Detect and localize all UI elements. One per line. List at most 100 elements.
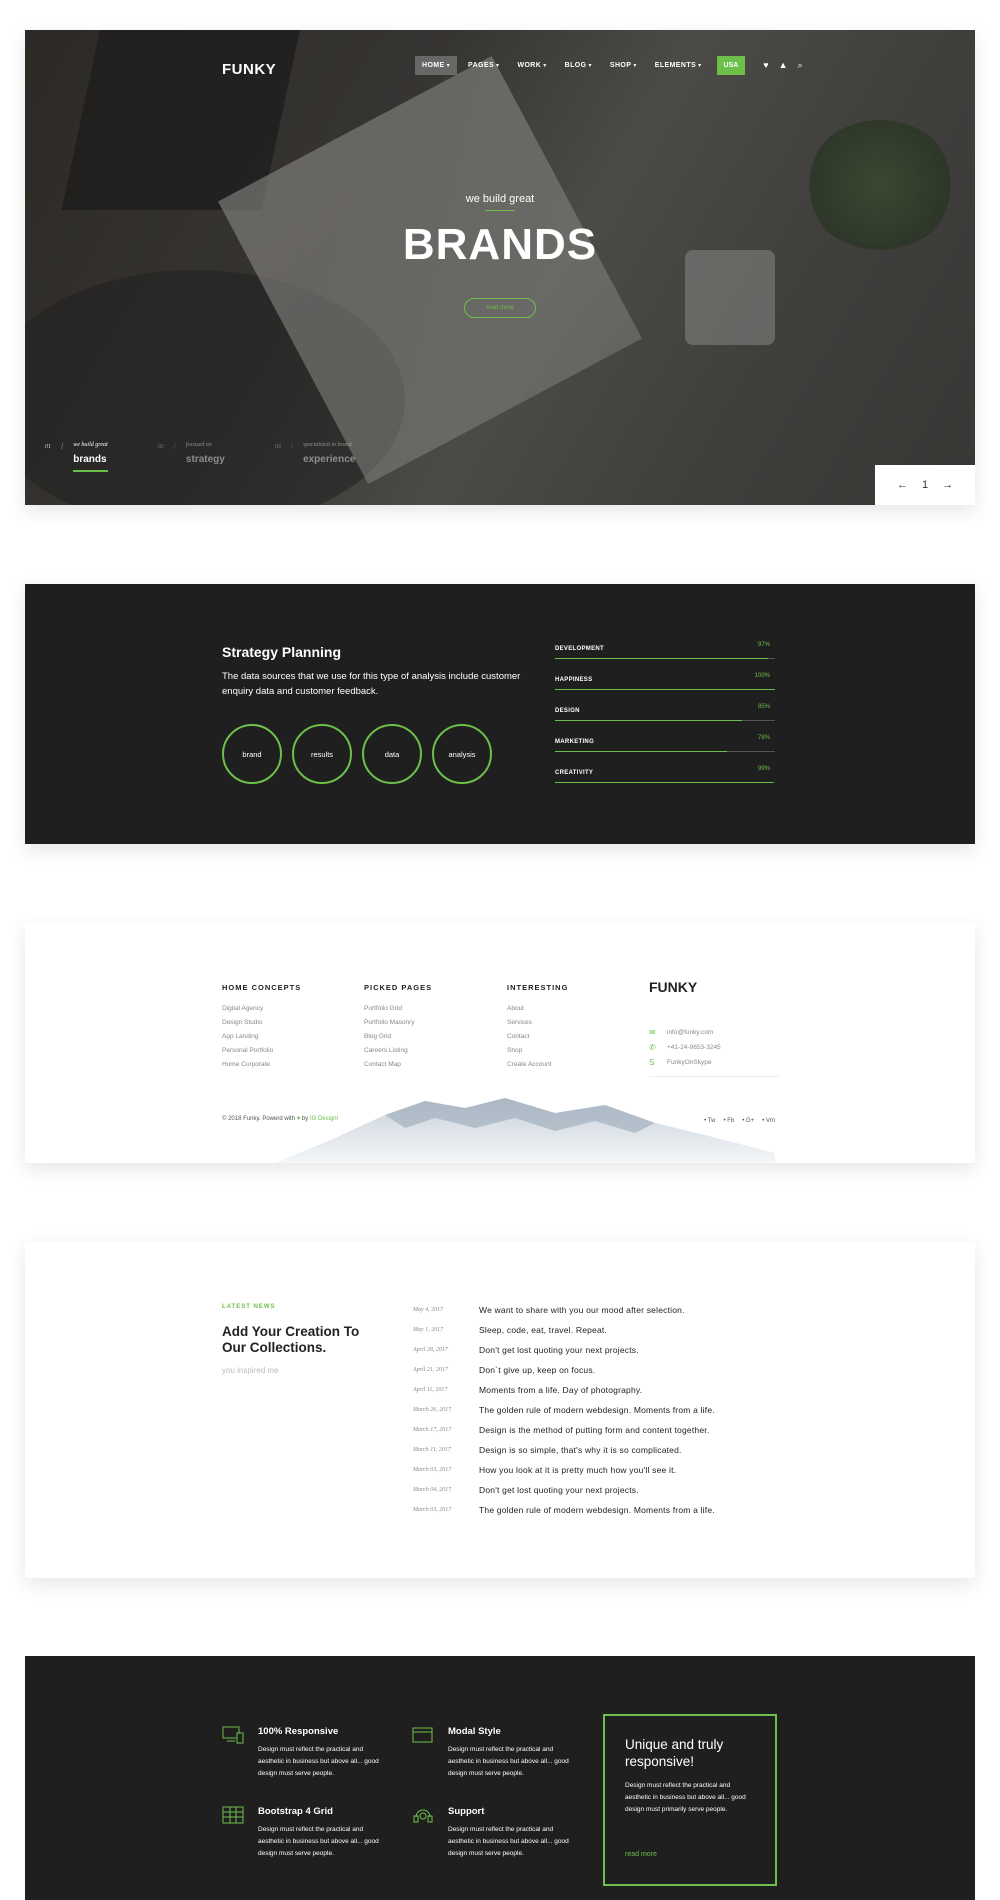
footer-link[interactable]: Contact <box>507 1030 568 1044</box>
slide-tab-3[interactable]: 03 / specialized in brand experience <box>275 442 356 472</box>
circle-brand: brand <box>222 724 282 784</box>
footer-logo[interactable]: FUNKY <box>649 979 697 995</box>
arrow-right-icon[interactable]: → <box>942 479 953 491</box>
strategy-section: Strategy Planning The data sources that … <box>25 584 975 844</box>
main-nav: HOME ▾ PAGES ▾ WORK ▾ BLOG ▾ SHOP ▾ ELEMENTS ▾… <box>415 56 803 75</box>
social-google[interactable]: • G+ <box>742 1118 754 1124</box>
skill-percent: 100% <box>754 673 770 679</box>
slide-subtitle: focused on <box>185 442 212 448</box>
news-date: March 04, 2017 <box>413 1487 452 1493</box>
copyright-author-link[interactable]: IG Design! <box>310 1116 338 1122</box>
region-badge[interactable]: USA <box>716 56 746 75</box>
nav-pages[interactable]: PAGES ▾ <box>461 56 506 75</box>
slide-number: 03 <box>274 444 281 450</box>
footer-link[interactable]: Careers Listing <box>364 1044 432 1058</box>
hero-section: FUNKY HOME ▾ PAGES ▾ WORK ▾ BLOG ▾ SHOP ▾ ELE… <box>25 30 975 505</box>
news-item[interactable]: April 28, 2017 Don't get lost quoting you… <box>413 1340 715 1360</box>
chevron-down-icon: ▾ <box>698 63 702 69</box>
social-facebook[interactable]: • Fb <box>723 1118 734 1124</box>
skill-label: CREATIVITY <box>555 770 594 776</box>
chevron-down-icon: ▾ <box>446 63 451 69</box>
news-date: March 03, 2017 <box>413 1507 452 1513</box>
footer-link[interactable]: Services <box>507 1016 568 1030</box>
skill-track <box>555 782 775 783</box>
site-logo[interactable]: FUNKY <box>222 61 276 78</box>
footer-link[interactable]: Digital Agency <box>222 1002 301 1016</box>
footer-link[interactable]: App Landing <box>222 1030 301 1044</box>
feature-text: Design must reflect the practical and ae… <box>448 1746 569 1777</box>
news-headline: The golden rule of modern webdesign. Mom… <box>479 1405 715 1415</box>
footer-link[interactable]: Contact Map <box>364 1058 432 1072</box>
footer-link[interactable]: About <box>507 1002 568 1016</box>
contact-email[interactable]: ✉ info@funky.com <box>649 1025 779 1040</box>
heart-icon: ♥ <box>296 1116 301 1122</box>
skill-track <box>555 720 775 721</box>
nav-home[interactable]: HOME ▾ <box>415 56 458 75</box>
promo-read-more-link[interactable]: read more <box>625 1851 657 1858</box>
circle-results: results <box>292 724 352 784</box>
heart-icon[interactable]: ♥ <box>763 60 768 71</box>
contact-email-text: info@funky.com <box>667 1029 714 1036</box>
news-tag: LATEST NEWS <box>222 1304 276 1310</box>
news-item[interactable]: April 21, 2017 Don´t give up, keep on foc… <box>413 1360 715 1380</box>
slide-tab-1[interactable]: 01 / we build great brands <box>45 442 108 472</box>
news-date: May 1, 2017 <box>413 1327 444 1333</box>
contact-skype-text: FunkyOnSkype <box>667 1059 712 1066</box>
footer-link[interactable]: Personal Portfolio <box>222 1044 301 1058</box>
skill-bar: CREATIVITY 99% <box>555 766 775 799</box>
social-links: • Tw • Fb • G+ • Vm <box>704 1118 775 1124</box>
news-date: April 28, 2017 <box>413 1347 448 1353</box>
slide-subtitle: we build great <box>73 442 108 448</box>
search-icon[interactable]: ⌕ <box>798 60 803 71</box>
hero-pretitle: we build great <box>465 193 535 205</box>
nav-elements[interactable]: ELEMENTS ▾ <box>648 56 709 75</box>
promo-title: Unique and truly responsive! <box>625 1737 724 1769</box>
news-item[interactable]: April 11, 2017 Moments from a life. Day o… <box>413 1380 715 1400</box>
skill-bars: DEVELOPMENT 97% HAPPINESS 100% DESIGN 85… <box>555 642 775 799</box>
footer-link[interactable]: Design Studio <box>222 1016 301 1030</box>
nav-blog[interactable]: BLOG ▾ <box>558 56 599 75</box>
footer-col-title: PICKED PAGES <box>364 983 433 992</box>
arrow-left-icon[interactable]: ← <box>897 479 908 491</box>
slide-tab-2[interactable]: 02 / focused on strategy <box>158 442 225 472</box>
footer-link[interactable]: Create Account <box>507 1058 568 1072</box>
hero-divider <box>485 210 515 211</box>
news-item[interactable]: March 17, 2017 Design is the method of pu… <box>413 1420 715 1440</box>
hero-read-more-button[interactable]: read more <box>464 298 536 318</box>
nav-work[interactable]: WORK ▾ <box>510 56 553 75</box>
footer-link[interactable]: Home Corporate <box>222 1058 301 1072</box>
footer-link[interactable]: Blog Grid <box>364 1030 432 1044</box>
contact-phone[interactable]: ✆ +41-24-9653-3245 <box>649 1040 779 1055</box>
news-item[interactable]: March 03, 2017 How you look at it is pret… <box>413 1460 715 1480</box>
social-facebook-label: Fb <box>727 1118 735 1124</box>
news-item[interactable]: May 1, 2017 Sleep, code, eat, travel. Rep… <box>413 1320 715 1340</box>
news-title: Add Your Creation To Our Collections. <box>222 1324 360 1355</box>
chevron-down-icon: ▾ <box>588 63 592 69</box>
news-item[interactable]: March 03, 2017 The golden rule of modern … <box>413 1500 715 1520</box>
contact-skype[interactable]: S FunkyOnSkype <box>649 1055 779 1070</box>
news-item[interactable]: March 04, 2017 Don't get lost quoting you… <box>413 1480 715 1500</box>
bag-icon[interactable]: ▲ <box>779 60 788 71</box>
headset-icon <box>413 1809 433 1823</box>
news-item[interactable]: March 11, 2017 Design is so simple, that'… <box>413 1440 715 1460</box>
chevron-down-icon: ▾ <box>633 63 637 69</box>
footer-contact: ✉ info@funky.com ✆ +41-24-9653-3245 S Funky… <box>649 1025 779 1077</box>
social-vimeo[interactable]: • Vm <box>762 1118 775 1124</box>
skill-track <box>555 689 775 690</box>
skill-percent: 78% <box>757 735 770 741</box>
news-item[interactable]: March 26, 2017 The golden rule of modern … <box>413 1400 715 1420</box>
footer-link[interactable]: Portfolio Masonry <box>364 1016 432 1030</box>
news-item[interactable]: May 4, 2017 We want to share with you our… <box>413 1300 715 1320</box>
social-vimeo-label: Vm <box>766 1118 775 1124</box>
nav-shop[interactable]: SHOP ▾ <box>603 56 644 75</box>
skill-bar: HAPPINESS 100% <box>555 673 775 706</box>
nav-pages-label: PAGES <box>468 62 495 69</box>
footer-link[interactable]: Portfolio Grid <box>364 1002 432 1016</box>
skill-fill <box>555 720 742 721</box>
circle-analysis: analysis <box>432 724 492 784</box>
social-twitter[interactable]: • Tw <box>704 1118 715 1124</box>
skill-percent: 97% <box>757 642 770 648</box>
promo-box: Unique and truly responsive! Design must… <box>603 1714 777 1886</box>
footer-link[interactable]: Shop <box>507 1044 568 1058</box>
contact-phone-text: +41-24-9653-3245 <box>667 1044 721 1051</box>
